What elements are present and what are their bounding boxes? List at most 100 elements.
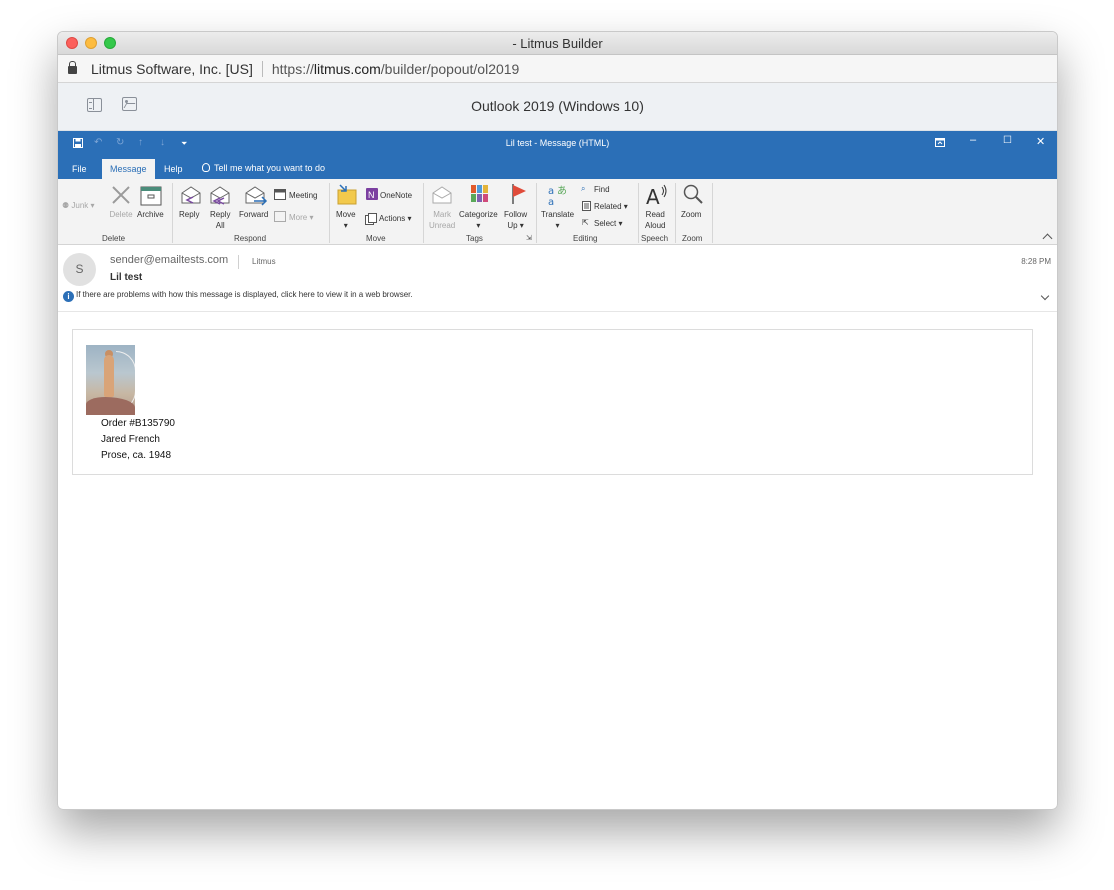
svg-text:あ: あ [557, 185, 567, 197]
zoom-button[interactable]: Zoom [681, 209, 701, 220]
recipient[interactable]: Litmus [252, 257, 276, 266]
flag-icon [512, 184, 526, 204]
ribbon: ⚉ Junk ▾ Delete Archive Delete Reply Rep… [58, 179, 1057, 245]
ribbon-separator [172, 183, 173, 243]
lightbulb-icon [202, 163, 210, 172]
close-icon[interactable]: ✕ [1036, 135, 1045, 148]
translate-icon: a あa [548, 185, 567, 206]
dialog-launcher-icon[interactable]: ⇲ [526, 234, 532, 242]
svg-text:N: N [368, 190, 375, 200]
maximize-icon[interactable]: ☐ [1003, 135, 1012, 146]
delete-icon [112, 186, 130, 204]
forward-button[interactable]: Forward [239, 209, 268, 220]
group-speech-label: Speech [641, 234, 669, 243]
info-bar[interactable]: i If there are problems with how this mes… [63, 290, 413, 302]
follow-up-button[interactable]: Follow Up ▾ [504, 209, 527, 231]
outlook-titlebar: ↶ ↻ ↑ ↓ ⏷ Lil test - Message (HTML) – ☐ … [58, 131, 1057, 155]
svg-text:a: a [548, 197, 554, 206]
browser-window: - Litmus Builder Litmus Software, Inc. [… [57, 31, 1058, 810]
ribbon-tabs: File Message Help Tell me what you want … [58, 155, 1057, 179]
reply-all-icon [210, 186, 230, 205]
tab-help[interactable]: Help [156, 159, 191, 179]
message-header: S sender@emailtests.com Litmus Lil test … [58, 245, 1057, 312]
meeting-icon [274, 189, 286, 200]
find-button[interactable]: Find [594, 184, 610, 195]
window-titlebar: - Litmus Builder [58, 32, 1057, 55]
actions-icon [365, 213, 377, 225]
sender-address[interactable]: sender@emailtests.com [110, 254, 228, 266]
read-aloud-button[interactable]: Read Aloud [645, 209, 665, 231]
archive-button[interactable]: Archive [137, 209, 164, 220]
message-subject: Lil test [110, 272, 143, 283]
ribbon-separator [675, 183, 676, 243]
tab-file[interactable]: File [64, 159, 95, 179]
ribbon-display-icon[interactable] [935, 138, 945, 147]
more-icon [274, 211, 286, 222]
group-tags-label: Tags [466, 234, 483, 243]
archive-icon [140, 186, 162, 206]
address-bar[interactable]: Litmus Software, Inc. [US] https://litmu… [58, 55, 1057, 83]
site-identity: Litmus Software, Inc. [US] [91, 60, 253, 77]
related-icon [582, 201, 591, 211]
tab-message[interactable]: Message [102, 159, 155, 179]
svg-text:a: a [548, 186, 554, 197]
svg-text:A: A [646, 185, 660, 207]
lock-icon [68, 61, 77, 74]
order-number: Order #B135790 [101, 418, 175, 429]
actions-button[interactable]: Actions ▾ [379, 213, 411, 224]
ribbon-separator [712, 183, 713, 243]
url-separator [261, 60, 263, 77]
mark-unread-button[interactable]: Mark Unread [429, 209, 455, 231]
move-icon [337, 184, 357, 205]
ribbon-separator [329, 183, 330, 243]
read-aloud-icon: A [646, 184, 667, 207]
avatar: S [63, 253, 96, 286]
ribbon-separator [536, 183, 537, 243]
categorize-icon [471, 185, 488, 202]
group-zoom-label: Zoom [682, 234, 703, 243]
tell-me-search[interactable]: Tell me what you want to do [202, 163, 325, 173]
litmus-toolbar: Outlook 2019 (Windows 10) [58, 83, 1057, 131]
tell-me-label: Tell me what you want to do [214, 163, 326, 173]
select-icon: ⇱ [582, 218, 589, 227]
find-icon: ⌕ [581, 184, 586, 193]
zoom-icon [683, 184, 703, 204]
group-move-label: Move [366, 234, 386, 243]
group-editing-label: Editing [573, 234, 598, 243]
related-button[interactable]: Related ▾ [594, 201, 628, 212]
ribbon-separator [423, 183, 424, 243]
delete-button[interactable]: Delete [107, 209, 135, 220]
select-button[interactable]: Select ▾ [594, 218, 622, 229]
collapse-ribbon-icon[interactable] [1042, 233, 1053, 244]
minimize-icon[interactable]: – [970, 134, 976, 146]
meeting-button[interactable]: Meeting [289, 190, 317, 201]
info-bar-text: If there are problems with how this mess… [76, 290, 413, 299]
move-button[interactable]: Move ▾ [336, 209, 356, 231]
email-body: Order #B135790 Jared French Prose, ca. 1… [72, 329, 1033, 475]
categorize-button[interactable]: Categorize ▾ [459, 209, 498, 231]
onenote-button[interactable]: OneNote [380, 190, 412, 201]
url-prefix: https:// [271, 60, 314, 77]
group-respond-label: Respond [234, 234, 267, 243]
expand-header-icon[interactable] [1040, 291, 1050, 301]
more-button[interactable]: More ▾ [289, 212, 313, 223]
forward-icon [245, 186, 268, 206]
url-path: /builder/popout/ol2019 [380, 60, 520, 77]
ribbon-separator [638, 183, 639, 243]
reply-icon [181, 186, 201, 204]
onenote-icon: N [366, 188, 378, 200]
reply-all-button[interactable]: Reply All [210, 209, 230, 231]
mark-unread-icon [432, 186, 452, 204]
translate-button[interactable]: Translate ▾ [541, 209, 574, 231]
junk-button[interactable]: ⚉ Junk ▾ [62, 200, 95, 211]
url-domain: litmus.com [313, 60, 381, 77]
outlook-message-title: Lil test - Message (HTML) [505, 138, 610, 148]
group-delete-label: Delete [102, 234, 126, 243]
client-title: Outlook 2019 (Windows 10) [471, 98, 644, 114]
artist-name: Jared French [101, 434, 160, 445]
reply-button[interactable]: Reply [179, 209, 199, 220]
header-separator [238, 255, 239, 269]
message-time: 8:28 PM [1021, 257, 1051, 266]
artwork-image [86, 345, 135, 415]
window-title: - Litmus Builder [512, 36, 603, 51]
